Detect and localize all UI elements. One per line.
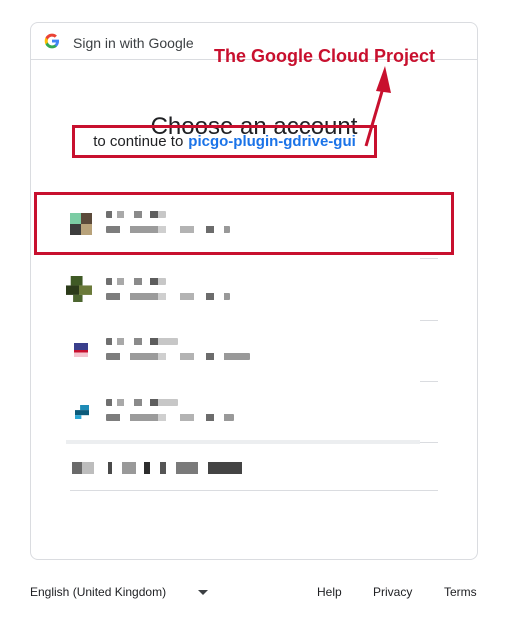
account-email-redacted <box>106 353 250 360</box>
privacy-link[interactable]: Privacy <box>373 585 412 599</box>
account-avatar <box>66 276 92 302</box>
account-item-4[interactable] <box>40 381 438 441</box>
account-email-redacted <box>106 293 230 300</box>
account-avatar <box>70 213 92 235</box>
terms-link[interactable]: Terms <box>444 585 477 599</box>
caret-down-icon[interactable] <box>198 590 208 595</box>
annotation-label: The Google Cloud Project <box>214 46 436 66</box>
use-another-account-row[interactable] <box>40 444 438 490</box>
account-avatar <box>74 343 88 357</box>
account-email-redacted <box>106 226 230 233</box>
google-g-icon <box>44 33 60 49</box>
account-item-3[interactable] <box>40 320 438 380</box>
account-email-redacted <box>106 414 234 421</box>
account-avatar <box>75 405 89 419</box>
account-item-1[interactable] <box>40 193 438 253</box>
account-name-redacted <box>106 338 178 345</box>
header-title: Sign in with Google <box>73 35 194 51</box>
continue-to-project: to continue to picgo-plugin-gdrive-gui <box>72 125 377 158</box>
account-item-2[interactable] <box>40 258 438 318</box>
account-name-redacted <box>106 399 178 406</box>
project-name-link[interactable]: picgo-plugin-gdrive-gui <box>188 133 355 150</box>
footer: English (United Kingdom) Help Privacy Te… <box>30 583 478 603</box>
account-name-redacted <box>106 211 166 218</box>
account-name-redacted <box>106 278 166 285</box>
help-link[interactable]: Help <box>317 585 342 599</box>
continue-to-label: to continue to <box>93 133 184 150</box>
row-divider <box>420 442 438 443</box>
redacted-text-icon <box>72 462 242 474</box>
language-selector[interactable]: English (United Kingdom) <box>30 585 166 599</box>
row-divider <box>70 490 438 491</box>
